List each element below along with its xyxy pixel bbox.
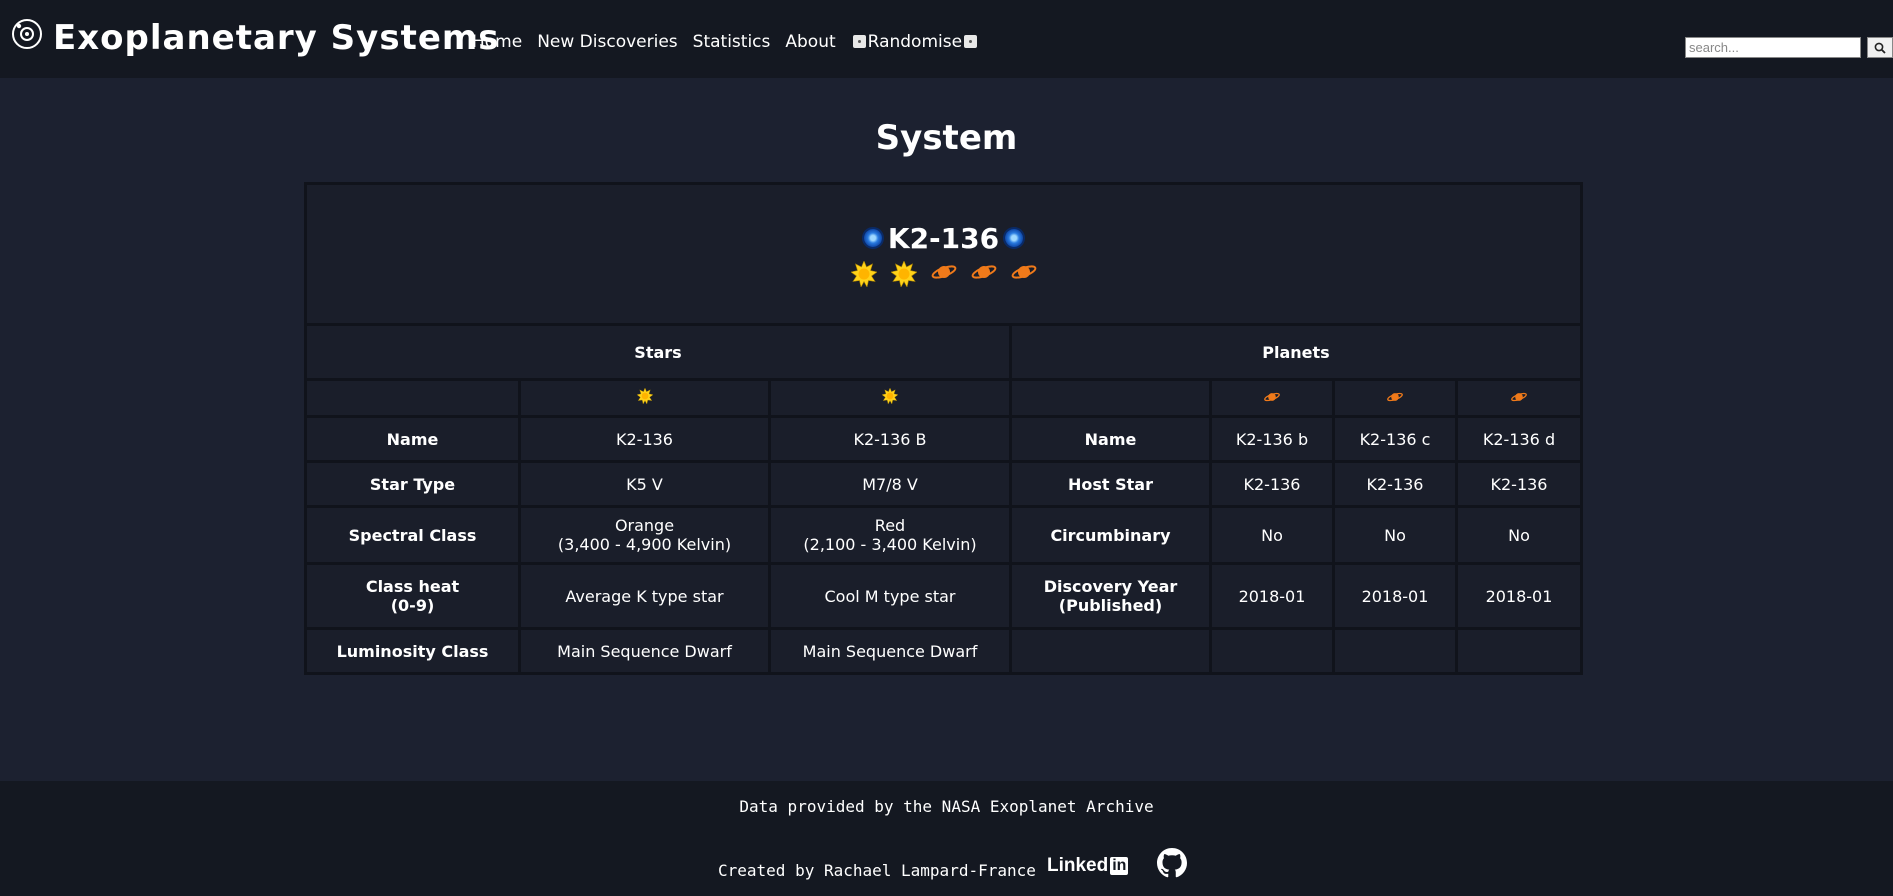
- class-heat: Cool M type star: [771, 565, 1009, 627]
- star-icon-cell: [771, 381, 1009, 415]
- nav-statistics-link[interactable]: Statistics: [693, 32, 771, 52]
- row-label-class-heat: Class heat (0-9): [307, 565, 518, 627]
- ringed-planet-icon: [1511, 392, 1527, 401]
- luminosity-class: Main Sequence Dwarf: [771, 630, 1009, 672]
- class-heat-label: Class heat: [365, 577, 460, 596]
- planets-header: Planets: [1012, 326, 1580, 378]
- planet-host: K2-136: [1212, 463, 1332, 505]
- sun-icon: [881, 387, 899, 405]
- planet-circumbinary: No: [1212, 508, 1332, 562]
- system-header-cell: K2-136: [307, 185, 1580, 323]
- planet-icon-cell: [1458, 381, 1580, 415]
- planet-name: K2-136 b: [1212, 418, 1332, 460]
- galaxy-icon: [857, 222, 889, 254]
- planet-discovery: 2018-01: [1458, 565, 1580, 627]
- linkedin-icon: in: [1110, 857, 1129, 875]
- planet-discovery: 2018-01: [1212, 565, 1332, 627]
- sun-icon: [890, 260, 917, 287]
- star-name: K2-136 B: [771, 418, 1009, 460]
- empty-cell: [1012, 381, 1209, 415]
- spectral-range: (3,400 - 4,900 Kelvin): [557, 535, 732, 554]
- nav-new-discoveries-link[interactable]: New Discoveries: [537, 32, 677, 52]
- discovery-sub: (Published): [1058, 596, 1163, 615]
- ringed-planet-icon: [1011, 264, 1036, 279]
- linkedin-text: Linked: [1047, 855, 1109, 876]
- nav-randomise-link[interactable]: Randomise: [851, 32, 979, 52]
- sun-icon: [636, 387, 653, 405]
- spectral-color: Red: [874, 516, 906, 535]
- stars-header: Stars: [307, 326, 1009, 378]
- page-title: System: [875, 118, 1018, 158]
- planet-host: K2-136: [1458, 463, 1580, 505]
- sun-icon: [850, 260, 877, 287]
- star-icon-cell: [521, 381, 768, 415]
- empty-cell: [1212, 630, 1332, 672]
- system-name: K2-136: [857, 221, 1030, 255]
- brand-title[interactable]: Exoplanetary Systems: [53, 18, 500, 58]
- star-type: K5 V: [521, 463, 768, 505]
- search-icon: [1874, 42, 1886, 54]
- galaxy-icon: [998, 222, 1030, 254]
- footer-credit: Data provided by the NASA Exoplanet Arch…: [739, 797, 1154, 816]
- dice-icon: [964, 35, 978, 48]
- ringed-planet-icon: [971, 264, 996, 279]
- row-label-name: Name: [307, 418, 518, 460]
- star-type: M7/8 V: [771, 463, 1009, 505]
- row-label-circumbinary: Circumbinary: [1012, 508, 1209, 562]
- row-label-star-type: Star Type: [307, 463, 518, 505]
- ringed-planet-icon: [931, 264, 956, 279]
- planet-logo-icon[interactable]: [11, 18, 43, 50]
- spectral-range: (2,100 - 3,400 Kelvin): [803, 535, 977, 554]
- randomise-label: Randomise: [867, 32, 963, 52]
- ringed-planet-icon: [1264, 392, 1280, 401]
- planet-circumbinary: No: [1335, 508, 1455, 562]
- row-label-spectral-class: Spectral Class: [307, 508, 518, 562]
- body-icons-row: [307, 260, 1580, 287]
- row-label-host-star: Host Star: [1012, 463, 1209, 505]
- dice-icon: [852, 35, 866, 48]
- navbar: Exoplanetary Systems Home New Discoverie…: [0, 0, 1893, 78]
- planet-icon-cell: [1335, 381, 1455, 415]
- row-label-planet-name: Name: [1012, 418, 1209, 460]
- planet-host: K2-136: [1335, 463, 1455, 505]
- row-label-discovery-year: Discovery Year (Published): [1012, 565, 1209, 627]
- nav-about-link[interactable]: About: [785, 32, 835, 52]
- empty-cell: [1458, 630, 1580, 672]
- planet-discovery: 2018-01: [1335, 565, 1455, 627]
- planet-circumbinary: No: [1458, 508, 1580, 562]
- class-heat-sub: (0-9): [390, 596, 435, 615]
- empty-cell: [1012, 630, 1209, 672]
- system-table: K2-136 Stars Planets Name K2-136 K2-136 …: [304, 182, 1583, 675]
- spectral-color: Orange: [614, 516, 675, 535]
- discovery-label: Discovery Year: [1043, 577, 1178, 596]
- spectral-class: Red (2,100 - 3,400 Kelvin): [771, 508, 1009, 562]
- planet-name: K2-136 c: [1335, 418, 1455, 460]
- row-label-luminosity: Luminosity Class: [307, 630, 518, 672]
- empty-cell: [307, 381, 518, 415]
- search-button[interactable]: [1867, 37, 1893, 58]
- spectral-class: Orange (3,400 - 4,900 Kelvin): [521, 508, 768, 562]
- search-input[interactable]: [1685, 37, 1861, 58]
- linkedin-link[interactable]: Linked in: [1047, 855, 1129, 877]
- github-icon[interactable]: [1157, 848, 1187, 878]
- planet-name: K2-136 d: [1458, 418, 1580, 460]
- footer-creator: Created by Rachael Lampard-France: [718, 861, 1036, 880]
- nav-links: Home New Discoveries Statistics About Ra…: [472, 32, 994, 52]
- luminosity-class: Main Sequence Dwarf: [521, 630, 768, 672]
- planet-icon-cell: [1212, 381, 1332, 415]
- nav-home-link[interactable]: Home: [472, 32, 522, 52]
- footer: Data provided by the NASA Exoplanet Arch…: [0, 781, 1893, 896]
- system-name-text: K2-136: [887, 221, 1000, 255]
- empty-cell: [1335, 630, 1455, 672]
- ringed-planet-icon: [1387, 392, 1403, 401]
- class-heat: Average K type star: [521, 565, 768, 627]
- star-name: K2-136: [521, 418, 768, 460]
